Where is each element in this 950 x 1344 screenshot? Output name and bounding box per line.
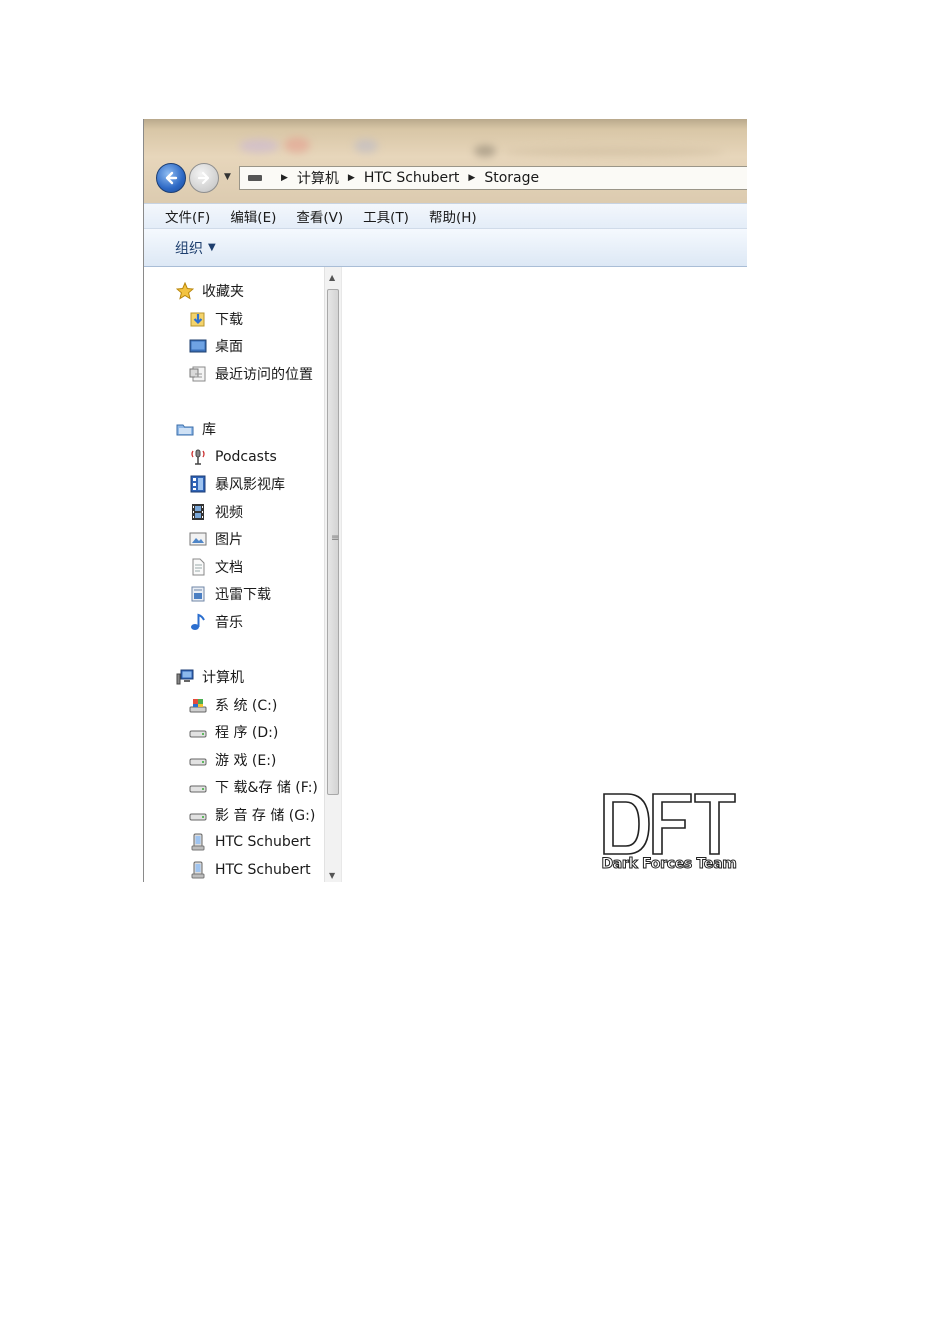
nav-item-label: 影 音 存 储 (G:) — [215, 808, 316, 824]
nav-item-label: 桌面 — [215, 339, 243, 355]
picture-icon — [189, 530, 207, 548]
breadcrumb-arrow-icon[interactable]: ▶ — [281, 173, 288, 183]
menu-help[interactable]: 帮助(H) — [429, 206, 477, 226]
nav-item-label: Podcasts — [215, 449, 277, 465]
back-arrow-icon — [165, 171, 178, 185]
nav-header-label: 收藏夹 — [202, 284, 244, 300]
computer-icon — [176, 668, 194, 686]
phone-icon — [189, 861, 207, 879]
scroll-up-arrow-icon[interactable]: ▲ — [329, 273, 335, 282]
nav-item-htc-schubert[interactable]: HTC Schubert — [189, 858, 311, 882]
nav-item-recent-places[interactable]: 最近访问的位置 — [189, 362, 313, 386]
nav-item-label: 最近访问的位置 — [215, 367, 313, 383]
address-bar[interactable]: ▶ 计算机 ▶ HTC Schubert ▶ Storage — [239, 166, 747, 190]
scroll-thumb[interactable]: ≡ — [327, 289, 339, 795]
hard-drive-icon — [189, 723, 207, 741]
breadcrumb-arrow-icon[interactable]: ▶ — [468, 173, 475, 183]
organize-button[interactable]: 组织 — [175, 238, 203, 258]
scroll-down-arrow-icon[interactable]: ▼ — [329, 871, 335, 880]
nav-item-label: 游 戏 (E:) — [215, 753, 277, 769]
film-icon — [189, 503, 207, 521]
nav-item-baofeng-library[interactable]: 暴风影视库 — [189, 472, 285, 496]
nav-item-label: 系 统 (C:) — [215, 698, 278, 714]
nav-item-label: 文档 — [215, 560, 243, 576]
back-button[interactable] — [156, 163, 186, 193]
navigation-pane: 收藏夹 下载 桌面 最近访问的位置 库 Podcasts 暴风影视库 视频 图片… — [144, 267, 324, 882]
nav-item-label: 音乐 — [215, 615, 243, 631]
nav-item-downloads[interactable]: 下载 — [189, 307, 243, 331]
forward-button[interactable] — [189, 163, 219, 193]
recent-pages-chevron-icon[interactable]: ▼ — [224, 172, 231, 182]
nav-item-label: 视频 — [215, 505, 243, 521]
nav-item-htc-schubert-selected[interactable]: HTC Schubert — [189, 830, 311, 854]
library-icon — [176, 420, 194, 438]
nav-item-music[interactable]: 音乐 — [189, 610, 243, 634]
nav-item-drive-e[interactable]: 游 戏 (E:) — [189, 748, 276, 772]
explorer-window: ▼ ▶ 计算机 ▶ HTC Schubert ▶ Storage 文件(F) 编… — [143, 119, 747, 882]
breadcrumb-computer[interactable]: 计算机 — [297, 168, 339, 188]
nav-scrollbar[interactable]: ▲ ≡ ▼ — [324, 267, 341, 882]
title-bar: ▼ ▶ 计算机 ▶ HTC Schubert ▶ Storage — [144, 119, 747, 203]
nav-item-drive-d[interactable]: 程 序 (D:) — [189, 720, 278, 744]
breadcrumb-arrow-icon[interactable]: ▶ — [348, 173, 355, 183]
nav-header-label: 库 — [202, 422, 216, 438]
forward-arrow-icon — [197, 171, 210, 185]
menu-edit[interactable]: 编辑(E) — [230, 206, 276, 226]
menu-tools[interactable]: 工具(T) — [363, 206, 409, 226]
document-icon — [189, 558, 207, 576]
nav-item-drive-g[interactable]: 影 音 存 储 (G:) — [189, 803, 315, 827]
command-bar: 组织 ▼ — [144, 229, 747, 267]
music-note-icon — [189, 613, 207, 631]
dft-watermark-logo: Dark Forces Team — [599, 788, 739, 878]
menu-file[interactable]: 文件(F) — [165, 206, 210, 226]
download-library-icon — [189, 585, 207, 603]
nav-header-computer[interactable]: 计算机 — [176, 665, 244, 689]
menu-view[interactable]: 查看(V) — [296, 206, 343, 226]
podcast-icon — [189, 448, 207, 466]
hard-drive-icon — [189, 806, 207, 824]
drive-icon — [248, 175, 262, 181]
nav-item-label: 下载 — [215, 312, 243, 328]
nav-item-podcasts[interactable]: Podcasts — [189, 445, 277, 469]
nav-header-libraries[interactable]: 库 — [176, 417, 216, 441]
nav-item-label: 迅雷下载 — [215, 587, 271, 603]
nav-item-label: HTC Schubert — [215, 862, 311, 878]
nav-header-label: 计算机 — [202, 670, 244, 686]
nav-item-label: 下 载&存 储 (F:) — [215, 780, 318, 796]
star-icon — [176, 282, 194, 300]
nav-item-label: HTC Schubert — [215, 834, 311, 850]
desktop-icon — [189, 337, 207, 355]
video-library-icon — [189, 475, 207, 493]
nav-item-label: 程 序 (D:) — [215, 725, 279, 741]
nav-item-drive-f[interactable]: 下 载&存 储 (F:) — [189, 775, 318, 799]
nav-item-documents[interactable]: 文档 — [189, 555, 243, 579]
breadcrumb-device[interactable]: HTC Schubert — [364, 170, 460, 186]
nav-item-label: 图片 — [215, 532, 243, 548]
nav-item-label: 暴风影视库 — [215, 477, 285, 493]
downloads-folder-icon — [189, 310, 207, 328]
phone-icon — [189, 833, 207, 851]
nav-item-videos[interactable]: 视频 — [189, 500, 243, 524]
organize-dropdown-icon[interactable]: ▼ — [208, 242, 216, 253]
nav-item-pictures[interactable]: 图片 — [189, 527, 243, 551]
dft-logo-icon — [603, 793, 736, 855]
grip-icon: ≡ — [331, 533, 340, 544]
nav-item-thunder-downloads[interactable]: 迅雷下载 — [189, 582, 271, 606]
recent-places-icon — [189, 365, 207, 383]
nav-item-desktop[interactable]: 桌面 — [189, 334, 243, 358]
system-drive-icon — [189, 696, 207, 714]
hard-drive-icon — [189, 778, 207, 796]
nav-item-drive-c[interactable]: 系 统 (C:) — [189, 693, 277, 717]
menu-bar: 文件(F) 编辑(E) 查看(V) 工具(T) 帮助(H) — [144, 203, 747, 229]
watermark-text: Dark Forces Team — [601, 856, 737, 873]
breadcrumb-storage[interactable]: Storage — [484, 170, 539, 186]
hard-drive-icon — [189, 751, 207, 769]
nav-header-favorites[interactable]: 收藏夹 — [176, 279, 244, 303]
